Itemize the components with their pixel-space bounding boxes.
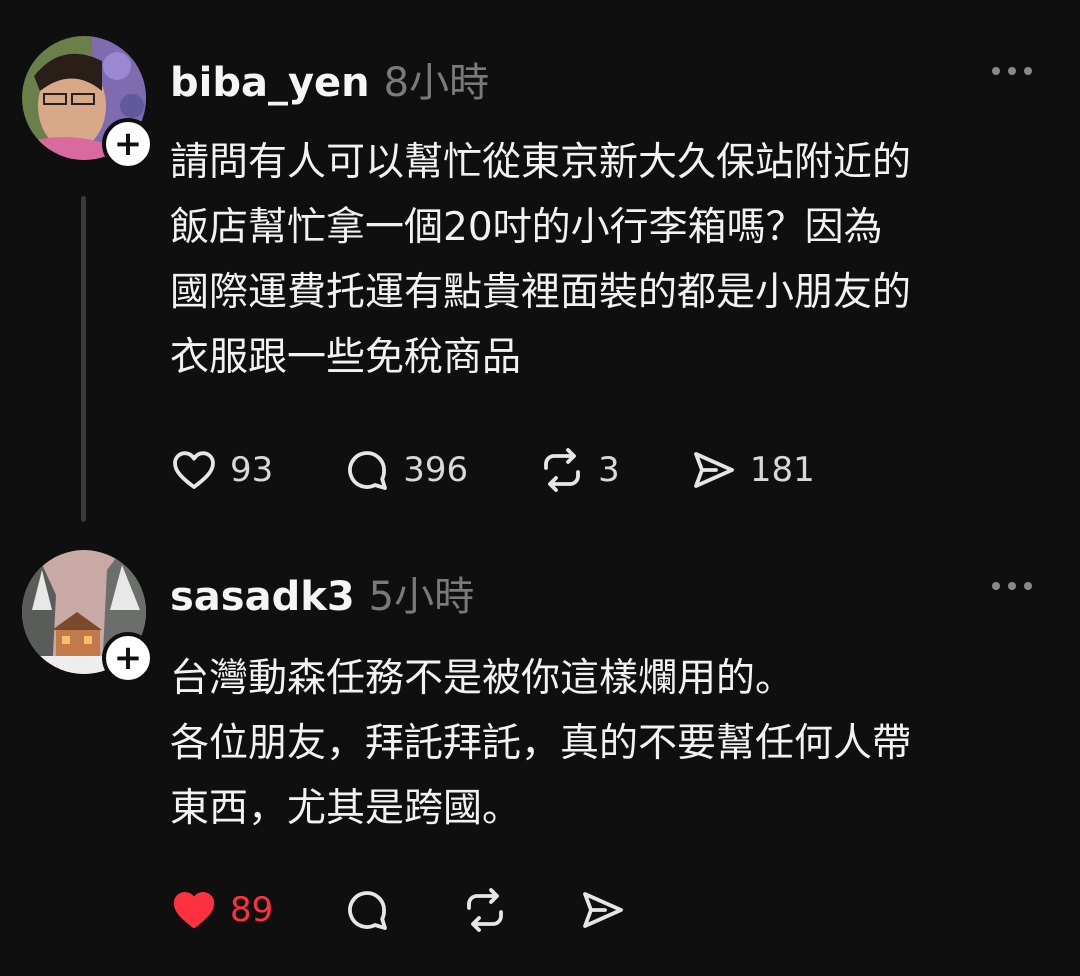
heart-icon: [173, 892, 215, 929]
share-button[interactable]: [579, 886, 627, 934]
follow-button[interactable]: +: [102, 632, 154, 684]
more-dot: [1008, 582, 1016, 590]
repost-arrows-icon: [467, 888, 504, 932]
avatar-wrap: +: [22, 550, 154, 684]
post-text: 台灣動森任務不是被你這樣爛用的。 各位朋友，拜託拜託，真的不要幫任何人帶 東西，…: [170, 656, 912, 831]
repost-button[interactable]: [461, 886, 509, 934]
plus-icon: +: [113, 638, 143, 678]
like-button[interactable]: 89: [170, 886, 273, 934]
post-header: sasadk3 5小時: [170, 564, 474, 622]
more-dot: [1024, 582, 1032, 590]
more-dots-icon: [992, 582, 1000, 590]
action-bar: 89: [170, 886, 687, 934]
timestamp: 5小時: [368, 574, 475, 620]
comment-bubble-icon: [348, 891, 388, 930]
like-count: 89: [230, 890, 274, 930]
send-icon: [583, 892, 624, 928]
post-2: + sasadk3 5小時 台灣動森任務不是被你這樣爛用的。 各位朋友，拜託拜託…: [0, 0, 1080, 976]
username[interactable]: sasadk3: [170, 574, 355, 620]
reply-button[interactable]: [343, 886, 391, 934]
more-options-button[interactable]: [992, 582, 1032, 590]
